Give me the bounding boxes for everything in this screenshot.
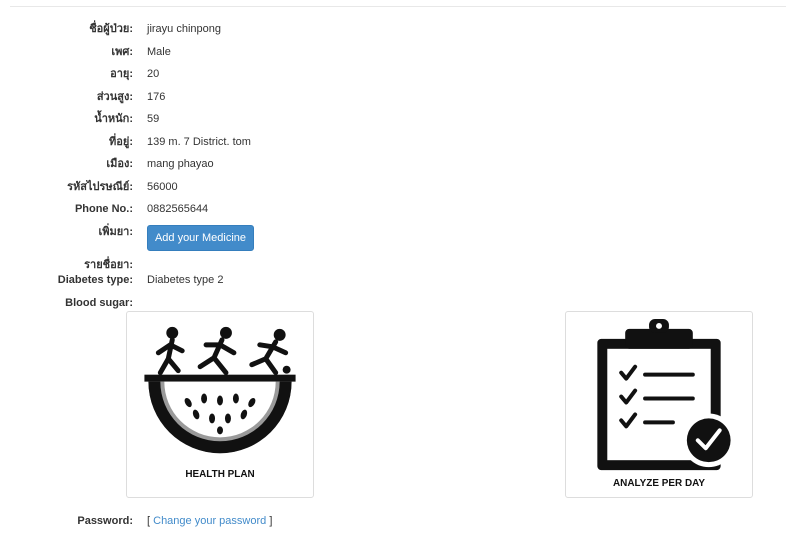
postal-code-label: รหัสไปรษณีย์: xyxy=(67,181,133,193)
diabetes-type-label: Diabetes type: xyxy=(57,274,133,286)
password-label: Password: xyxy=(77,515,133,527)
city-label: เมือง: xyxy=(106,158,133,170)
phone-label: Phone No.: xyxy=(74,203,133,215)
clipboard-checklist-icon: ANALYZE PER DAY xyxy=(597,318,736,489)
postal-code-value: 56000 xyxy=(147,181,178,193)
blood-sugar-label: Blood sugar: xyxy=(65,297,133,309)
patient-name-row: ชื่อผู้ป่วย: jirayu chinpong xyxy=(0,20,788,38)
age-value: 20 xyxy=(147,68,160,80)
height-label: ส่วนสูง: xyxy=(96,91,133,103)
password-link-group: [ Change your password ] xyxy=(147,512,272,530)
phone-row: Phone No.: 0882565644 xyxy=(0,200,788,218)
analyze-per-day-caption: ANALYZE PER DAY xyxy=(613,478,705,489)
gender-row: เพศ: Male xyxy=(0,43,788,61)
password-row: Password: [ Change your password ] xyxy=(0,512,788,530)
health-plan-card[interactable]: HEALTH PLAN xyxy=(126,311,314,498)
health-plan-caption: HEALTH PLAN xyxy=(185,469,254,480)
add-medicine-button[interactable]: Add your Medicine xyxy=(147,225,254,251)
add-medicine-label: เพิ่มยา: xyxy=(98,226,133,238)
gender-value: Male xyxy=(147,46,171,58)
address-value: 139 m. 7 District. tom xyxy=(147,136,251,148)
blood-sugar-row: Blood sugar: xyxy=(0,294,788,312)
phone-value: 0882565644 xyxy=(147,203,209,215)
address-label: ที่อยู่: xyxy=(109,136,133,148)
postal-code-row: รหัสไปรษณีย์: 56000 xyxy=(0,178,788,196)
age-row: อายุ: 20 xyxy=(0,65,788,83)
analyze-per-day-card[interactable]: ANALYZE PER DAY xyxy=(565,311,753,498)
add-medicine-row: เพิ่มยา: xyxy=(0,223,788,241)
weight-label: น้ำหนัก: xyxy=(94,113,133,125)
change-password-link[interactable]: Change your password xyxy=(153,515,266,527)
diabetes-type-value: Diabetes type 2 xyxy=(147,274,224,286)
top-divider xyxy=(10,6,786,7)
age-label: อายุ: xyxy=(110,68,133,80)
patient-name-value: jirayu chinpong xyxy=(147,23,221,35)
weight-value: 59 xyxy=(147,113,160,125)
bracket-close: ] xyxy=(269,515,273,527)
city-value: mang phayao xyxy=(147,158,214,170)
height-row: ส่วนสูง: 176 xyxy=(0,88,788,106)
health-plan-icon: HEALTH PLAN xyxy=(144,326,296,480)
gender-label: เพศ: xyxy=(111,46,133,58)
bracket-open: [ xyxy=(147,515,151,527)
weight-row: น้ำหนัก: 59 xyxy=(0,110,788,128)
patient-name-label: ชื่อผู้ป่วย: xyxy=(89,23,133,35)
diabetes-type-row: Diabetes type: Diabetes type 2 xyxy=(0,271,788,289)
city-row: เมือง: mang phayao xyxy=(0,155,788,173)
height-value: 176 xyxy=(147,91,166,103)
address-row: ที่อยู่: 139 m. 7 District. tom xyxy=(0,133,788,151)
